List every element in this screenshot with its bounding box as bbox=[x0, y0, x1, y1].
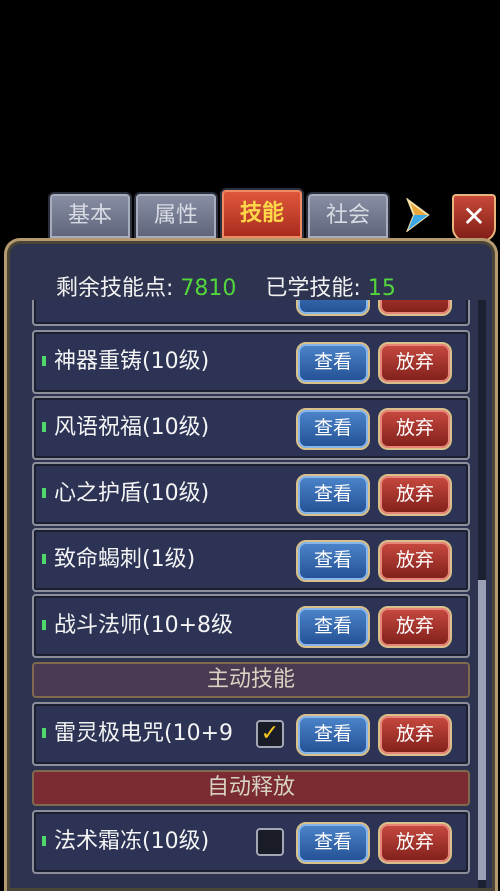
close-button[interactable]: ✕ bbox=[452, 194, 496, 242]
view-button[interactable]: 查看 bbox=[296, 714, 370, 756]
gem-arrow-icon[interactable] bbox=[404, 198, 432, 232]
list-item-partial bbox=[32, 300, 470, 326]
tab-attributes[interactable]: 属性 bbox=[134, 192, 218, 238]
bullet-icon bbox=[42, 836, 46, 846]
tab-bar: 基本 属性 技能 社会 bbox=[48, 188, 448, 240]
abandon-button[interactable]: 放弃 bbox=[378, 540, 452, 582]
skill-name: 风语祝福(10级) bbox=[54, 415, 210, 440]
bullet-icon bbox=[42, 728, 46, 738]
bullet-icon bbox=[42, 620, 46, 630]
list-item: 雷灵极电咒(10+9 ✓ 查看 放弃 bbox=[32, 702, 470, 766]
points-value: 7810 bbox=[180, 276, 237, 301]
abandon-button[interactable]: 放弃 bbox=[378, 408, 452, 450]
skill-name: 心之护盾(10级) bbox=[54, 481, 210, 506]
list-item: 风语祝福(10级) 查看 放弃 bbox=[32, 396, 470, 460]
section-active-skills: 主动技能 bbox=[32, 662, 470, 698]
learned-label: 已学技能: bbox=[265, 276, 361, 301]
abandon-button[interactable]: 放弃 bbox=[378, 474, 452, 516]
list-item: 神器重铸(10级) 查看 放弃 bbox=[32, 330, 470, 394]
points-label: 剩余技能点: bbox=[56, 276, 174, 301]
view-button[interactable]: 查看 bbox=[296, 342, 370, 384]
view-button[interactable]: 查看 bbox=[296, 408, 370, 450]
abandon-button[interactable]: 放弃 bbox=[378, 714, 452, 756]
skill-name: 神器重铸(10级) bbox=[54, 349, 210, 374]
close-icon: ✕ bbox=[462, 200, 486, 233]
view-button[interactable]: 查看 bbox=[296, 822, 370, 864]
view-button[interactable]: 查看 bbox=[296, 540, 370, 582]
abandon-button[interactable] bbox=[378, 300, 452, 316]
bullet-icon bbox=[42, 356, 46, 366]
skill-list: 神器重铸(10级) 查看 放弃 风语祝福(10级) 查看 放弃 心之护盾(10级… bbox=[30, 300, 470, 888]
skill-name: 雷灵极电咒(10+9 bbox=[54, 721, 234, 746]
tab-skills[interactable]: 技能 bbox=[220, 188, 304, 238]
skill-name: 致命蝎刺(1级) bbox=[54, 547, 196, 572]
abandon-button[interactable]: 放弃 bbox=[378, 342, 452, 384]
list-item: 心之护盾(10级) 查看 放弃 bbox=[32, 462, 470, 526]
list-item: 致命蝎刺(1级) 查看 放弃 bbox=[32, 528, 470, 592]
section-auto-cast: 自动释放 bbox=[32, 770, 470, 806]
tab-social[interactable]: 社会 bbox=[306, 192, 390, 238]
scrollbar-thumb[interactable] bbox=[478, 580, 486, 880]
learned-value: 15 bbox=[367, 276, 396, 301]
auto-cast-checkbox[interactable]: ✓ bbox=[256, 720, 284, 748]
skill-points-header: 剩余技能点: 7810 已学技能: 15 bbox=[56, 270, 418, 304]
abandon-button[interactable]: 放弃 bbox=[378, 606, 452, 648]
skill-name: 法术霜冻(10级) bbox=[54, 829, 210, 854]
abandon-button[interactable]: 放弃 bbox=[378, 822, 452, 864]
list-item: 战斗法师(10+8级 查看 放弃 bbox=[32, 594, 470, 658]
auto-cast-checkbox[interactable] bbox=[256, 828, 284, 856]
bullet-icon bbox=[42, 488, 46, 498]
view-button[interactable] bbox=[296, 300, 370, 316]
skill-name: 战斗法师(10+8级 bbox=[54, 613, 234, 638]
view-button[interactable]: 查看 bbox=[296, 606, 370, 648]
bullet-icon bbox=[42, 554, 46, 564]
tab-basic[interactable]: 基本 bbox=[48, 192, 132, 238]
bullet-icon bbox=[42, 422, 46, 432]
view-button[interactable]: 查看 bbox=[296, 474, 370, 516]
list-item: 法术霜冻(10级) 查看 放弃 bbox=[32, 810, 470, 874]
